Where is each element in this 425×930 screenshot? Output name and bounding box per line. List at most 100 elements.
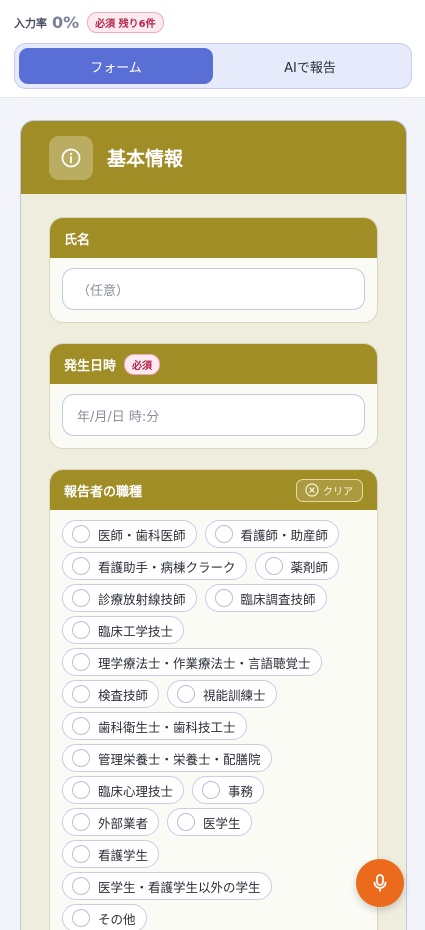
occupation-field-header: 報告者の職種 クリア	[50, 470, 377, 510]
radio-circle-icon	[72, 717, 90, 735]
occupation-option-label: 検査技師	[98, 687, 149, 703]
clear-label: クリア	[323, 486, 353, 498]
radio-circle-icon	[72, 653, 90, 671]
occupation-option[interactable]: 臨床工学技士	[62, 616, 185, 644]
radio-circle-icon	[177, 685, 196, 703]
occupation-option-label: 診療放射線技師	[98, 591, 186, 607]
microphone-icon	[373, 874, 387, 892]
clear-button[interactable]: クリア	[296, 478, 363, 502]
clear-icon	[305, 483, 319, 497]
occupation-option-label: 管理栄養士・栄養士・配膳院	[98, 751, 261, 767]
occupation-option-label: 臨床調査技師	[240, 591, 316, 607]
occupation-option-label: 事務	[228, 783, 254, 799]
radio-circle-icon	[72, 749, 90, 767]
occupation-option[interactable]: 視能訓練士	[167, 680, 277, 708]
radio-circle-icon	[72, 877, 90, 895]
radio-circle-icon	[264, 557, 283, 575]
option-row: その他	[62, 904, 372, 930]
occupation-option-label: その他	[98, 911, 136, 927]
occupation-option-label: 医師・歯科医師	[98, 527, 186, 543]
radio-circle-icon	[177, 813, 196, 831]
name-field-card: 氏名 （任意）	[49, 217, 378, 323]
required-badge: 必須	[124, 353, 161, 375]
occupation-option[interactable]: 外部業者	[62, 808, 160, 836]
occupation-option[interactable]: 臨床心理技士	[62, 776, 185, 804]
occupation-option[interactable]: その他	[62, 904, 147, 930]
datetime-field-header: 発生日時 必須	[50, 344, 377, 384]
tab-ai-report[interactable]: AIで報告	[213, 48, 407, 84]
occupation-option-label: 臨床心理技士	[98, 783, 174, 799]
option-row: 歯科衛生士・歯科技工士	[62, 712, 372, 740]
occupation-option[interactable]: 看護師・助産師	[204, 520, 340, 548]
occupation-option[interactable]: 医師・歯科医師	[62, 520, 197, 548]
radio-circle-icon	[214, 525, 233, 543]
occupation-field-label: 報告者の職種	[64, 484, 143, 500]
occupation-option[interactable]: 理学療法士・作業療法士・言語聴覚士	[62, 648, 322, 676]
occupation-option[interactable]: 臨床調査技師	[204, 584, 327, 612]
option-row: 管理栄養士・栄養士・配膳院	[62, 744, 372, 772]
option-row: 診療放射線技師 臨床調査技師	[62, 584, 372, 612]
required-remaining-badge: 必須 残り6件	[87, 12, 164, 33]
occupation-option[interactable]: 検査技師	[62, 680, 160, 708]
progress-label: 入力率	[14, 16, 47, 30]
option-row: 看護助手・病棟クラーク 薬剤師	[62, 552, 372, 580]
radio-circle-icon	[214, 589, 233, 607]
occupation-option[interactable]: 診療放射線技師	[62, 584, 197, 612]
progress-indicator: 入力率 0% 必須 残り6件	[14, 12, 164, 33]
option-row: 医学生・看護学生以外の学生	[62, 872, 372, 900]
radio-circle-icon	[72, 685, 90, 703]
occupation-option[interactable]: 医学生・看護学生以外の学生	[62, 872, 272, 900]
occupation-option-label: 薬剤師	[290, 559, 329, 575]
occupation-option-label: 理学療法士・作業療法士・言語聴覚士	[98, 655, 311, 671]
occupation-field-card: 報告者の職種 クリア 医師・歯科医師 看護師・助産師 看護助手・病棟クラーク 薬剤師診…	[49, 469, 378, 930]
radio-circle-icon	[72, 845, 90, 863]
name-field-header: 氏名	[50, 218, 377, 258]
tab-form[interactable]: フォーム	[19, 48, 213, 84]
name-input[interactable]: （任意）	[62, 268, 365, 310]
top-bar: 入力率 0% 必須 残り6件 フォーム AIで報告	[0, 0, 425, 98]
info-icon	[49, 135, 93, 180]
basic-info-section: 基本情報 氏名 （任意） 発生日時 必須 年/月/日 時:分 報告者の職種 クリ…	[20, 120, 407, 930]
radio-circle-icon	[72, 525, 90, 543]
name-field-label: 氏名	[64, 232, 91, 248]
occupation-option-label: 看護師・助産師	[240, 527, 329, 543]
radio-circle-icon	[72, 621, 90, 639]
occupation-option[interactable]: 看護助手・病棟クラーク	[62, 552, 247, 580]
section-title: 基本情報	[107, 148, 184, 170]
radio-circle-icon	[72, 557, 90, 575]
datetime-input[interactable]: 年/月/日 時:分	[62, 394, 365, 436]
occupation-option[interactable]: 歯科衛生士・歯科技工士	[62, 712, 247, 740]
radio-circle-icon	[72, 909, 90, 927]
occupation-option-label: 外部業者	[98, 815, 149, 831]
option-row: 検査技師 視能訓練士	[62, 680, 372, 708]
voice-input-button[interactable]	[356, 859, 404, 907]
occupation-options: 医師・歯科医師 看護師・助産師 看護助手・病棟クラーク 薬剤師診療放射線技師 臨床調査技…	[62, 520, 372, 930]
progress-value: 0%	[52, 13, 80, 32]
datetime-field-label: 発生日時	[64, 358, 117, 374]
option-row: 臨床工学技士	[62, 616, 372, 644]
occupation-option-label: 医学生	[203, 815, 241, 831]
occupation-option[interactable]: 薬剤師	[254, 552, 340, 580]
occupation-option[interactable]: 事務	[192, 776, 265, 804]
occupation-option[interactable]: 管理栄養士・栄養士・配膳院	[62, 744, 272, 772]
option-row: 臨床心理技士 事務	[62, 776, 372, 804]
occupation-option[interactable]: 看護学生	[62, 840, 160, 868]
option-row: 看護学生	[62, 840, 372, 868]
occupation-option-label: 看護学生	[98, 847, 149, 863]
radio-circle-icon	[72, 781, 90, 799]
radio-circle-icon	[202, 781, 221, 799]
occupation-option-label: 医学生・看護学生以外の学生	[98, 879, 261, 895]
radio-circle-icon	[72, 589, 90, 607]
option-row: 理学療法士・作業療法士・言語聴覚士	[62, 648, 372, 676]
datetime-field-card: 発生日時 必須 年/月/日 時:分	[49, 343, 378, 449]
option-row: 外部業者 医学生	[62, 808, 372, 836]
occupation-option-label: 看護助手・病棟クラーク	[98, 559, 236, 575]
occupation-option-label: 臨床工学技士	[98, 623, 174, 639]
occupation-option[interactable]: 医学生	[167, 808, 252, 836]
section-header: 基本情報	[21, 121, 406, 194]
radio-circle-icon	[72, 813, 90, 831]
occupation-option-label: 歯科衛生士・歯科技工士	[98, 719, 236, 735]
occupation-option-label: 視能訓練士	[203, 687, 266, 703]
mode-tabs: フォーム AIで報告	[14, 43, 412, 89]
option-row: 医師・歯科医師 看護師・助産師	[62, 520, 372, 548]
